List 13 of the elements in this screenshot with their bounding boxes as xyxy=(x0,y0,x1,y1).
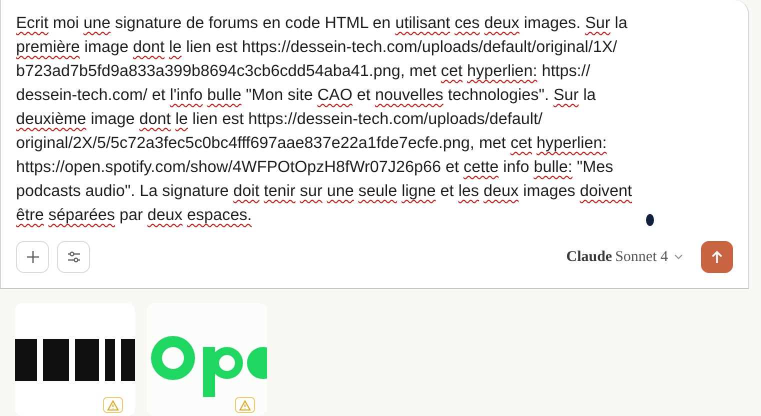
message-input[interactable] xyxy=(0,0,749,289)
chevron-down-icon xyxy=(674,254,683,260)
warning-icon xyxy=(239,400,251,410)
cursor-dot-icon xyxy=(646,214,654,226)
prompt-text: Ecrit moi une signature de forums en code HTML en utilisant ces deux images. Sur la première image dont le lien est https://dessein-tech.com/uploads/default/original/1X/ b723ad7b5fd9a833a399b8694c3cb6cdd54aba41.png, met cet hyperlien: https:// dessein-tech.com/ et l'info bulle "Mon site CAO et nouvelles technologies". Sur la deuxième image dont le lien est https://dessein-tech.com/uploads/default/ original/2X/5/5c72a3fec5c0bc4fff697aae837e22a1fde7ecfe.png, met cet hyperlien: https://open.spotify.com/show/4WFPOtOpzH8fWr07J26p66 et cette info bulle: "Mes podcasts audio". La signature doit tenir sur une seule ligne et les deux images doivent être séparées par deux espaces. xyxy=(16,13,632,226)
settings-button[interactable] xyxy=(57,241,90,273)
send-button[interactable] xyxy=(701,241,733,273)
arrow-up-icon xyxy=(711,250,723,264)
warning-icon xyxy=(107,400,119,410)
sliders-icon xyxy=(66,251,80,263)
add-button[interactable] xyxy=(16,241,49,273)
plus-icon xyxy=(26,250,40,264)
model-selector[interactable]: Claude Sonnet 4 xyxy=(566,248,683,266)
